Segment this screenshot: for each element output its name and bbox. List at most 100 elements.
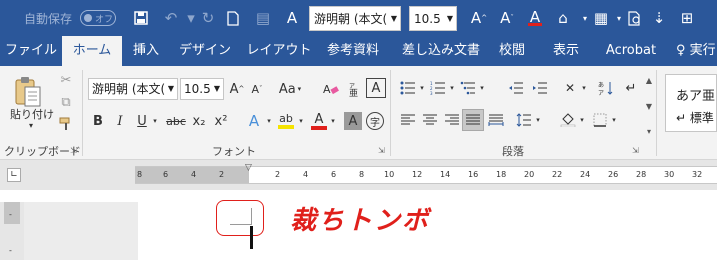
qat-font-name-field[interactable]: 游明朝 (本文(▼ xyxy=(309,6,401,31)
shrink-font-icon[interactable]: Aˇ xyxy=(496,0,518,36)
qat-font-size-field[interactable]: 10.5 ▼ xyxy=(409,6,457,31)
subscript-button[interactable]: x₂ xyxy=(190,110,208,132)
chevron-down-icon[interactable]: ▾ xyxy=(296,110,306,132)
superscript-button[interactable]: x² xyxy=(212,110,230,132)
font-launcher-icon[interactable]: ⇲ xyxy=(378,146,385,155)
underline-button[interactable]: U xyxy=(134,110,150,132)
horizontal-ruler[interactable]: 8 6 4 2 2 4 6 8 10 12 14 16 18 20 22 24 … xyxy=(135,163,717,184)
tab-home[interactable]: ホーム xyxy=(62,36,122,66)
customize-icon[interactable]: ⊞ xyxy=(676,0,698,36)
grow-font-icon[interactable]: A ^ xyxy=(228,78,246,100)
style-gallery-item[interactable]: あア亜 ↵ 標準 xyxy=(665,74,717,132)
chevron-down-icon[interactable]: ▼ xyxy=(646,102,652,111)
paste-icon[interactable] xyxy=(10,74,46,110)
ruler-tick: 26 xyxy=(608,170,619,179)
format-painter-icon[interactable] xyxy=(58,116,74,132)
tab-selector-icon[interactable]: ∟ xyxy=(7,168,21,182)
decrease-indent-icon[interactable] xyxy=(506,78,526,98)
chevron-down-icon[interactable]: ▾ xyxy=(26,120,36,130)
grow-font-icon[interactable]: A ^ xyxy=(468,0,490,36)
italic-button[interactable]: I xyxy=(112,110,128,132)
change-case-button[interactable]: Aa ▾ xyxy=(276,78,304,100)
font-name-field[interactable]: 游明朝 (本文(▼ xyxy=(88,78,178,100)
tab-layout[interactable]: レイアウト xyxy=(242,36,316,66)
tab-design[interactable]: デザイン xyxy=(172,36,238,66)
quick-access-toolbar: 自動保存 オフ ↶ ▾ ↻ ▤ A 游明朝 (本文(▼ 10.5 ▼ A ^ Aˇ … xyxy=(0,0,717,36)
tab-references[interactable]: 参考資料 xyxy=(320,36,386,66)
tab-file[interactable]: ファイル xyxy=(0,36,62,66)
tab-mailings[interactable]: 差し込み文書 xyxy=(396,36,486,66)
text-direction-icon[interactable]: ✕ xyxy=(560,78,580,98)
format-painter-icon[interactable]: ▤ xyxy=(252,0,274,36)
customize-qat-icon[interactable]: ⇣ xyxy=(648,0,670,36)
align-right-icon[interactable] xyxy=(442,110,462,130)
multilevel-list-icon[interactable] xyxy=(458,78,478,98)
align-center-icon[interactable] xyxy=(420,110,440,130)
ruler-tick: 24 xyxy=(580,170,591,179)
clear-formatting-icon[interactable]: A xyxy=(320,78,342,100)
text-effects-icon[interactable]: A xyxy=(244,110,264,132)
autosave-toggle[interactable]: オフ xyxy=(80,10,116,26)
clear-format-icon[interactable]: ⌂ xyxy=(552,0,574,36)
increase-indent-icon[interactable] xyxy=(530,78,550,98)
character-shading-icon[interactable]: A xyxy=(344,112,362,130)
print-preview-icon[interactable] xyxy=(624,0,646,36)
font-small-a-icon[interactable]: A xyxy=(281,0,303,36)
redo-icon[interactable]: ↻ xyxy=(197,0,219,36)
chevron-down-icon[interactable]: ▾ xyxy=(534,110,542,130)
indent-marker-icon[interactable]: ▽ xyxy=(245,163,252,173)
crop-mark-highlight xyxy=(216,200,264,236)
tab-review[interactable]: 校閲 xyxy=(492,36,532,66)
bold-button[interactable]: B xyxy=(90,110,106,132)
clipboard-launcher-icon[interactable]: ⇲ xyxy=(70,146,77,155)
align-left-icon[interactable] xyxy=(398,110,418,130)
tab-view[interactable]: 表示 xyxy=(546,36,586,66)
more-styles-icon[interactable]: ▾ xyxy=(647,127,651,136)
paragraph-launcher-icon[interactable]: ⇲ xyxy=(632,146,639,155)
vertical-ruler-tick: - xyxy=(9,210,12,219)
show-formatting-icon[interactable]: ↵ xyxy=(622,78,640,98)
toggle-knob xyxy=(84,14,92,22)
ribbon-tabs: ファイル ホーム 挿入 デザイン レイアウト 参考資料 差し込み文書 校閲 表示… xyxy=(0,36,717,66)
document-page[interactable]: 裁ちトンボ xyxy=(138,190,717,260)
ruler-tick: 6 xyxy=(331,170,337,179)
line-spacing-icon[interactable] xyxy=(514,110,534,130)
change-case-label: Aa xyxy=(278,81,296,97)
phonetic-guide-icon[interactable]: ア亜 xyxy=(344,78,366,100)
chevron-down-icon[interactable]: ▾ xyxy=(418,78,426,98)
font-size-field[interactable]: 10.5 ▼ xyxy=(180,78,224,100)
copy-icon[interactable]: ⧉ xyxy=(58,94,74,110)
chevron-down-icon[interactable]: ▾ xyxy=(580,78,588,98)
chevron-down-icon[interactable]: ▾ xyxy=(328,110,338,132)
borders-icon[interactable] xyxy=(590,110,610,130)
sort-icon[interactable]: あア xyxy=(596,78,616,98)
save-icon[interactable] xyxy=(130,0,152,36)
numbering-icon[interactable]: 123 xyxy=(428,78,448,98)
shrink-font-icon[interactable]: Aˇ xyxy=(248,78,266,100)
distributed-icon[interactable] xyxy=(486,110,506,130)
chevron-down-icon[interactable]: ▾ xyxy=(150,110,160,132)
font-color-icon[interactable]: A xyxy=(524,0,546,36)
character-border-icon[interactable]: A xyxy=(366,78,386,98)
bullets-icon[interactable] xyxy=(398,78,418,98)
enclose-characters-icon[interactable]: 字 xyxy=(366,112,384,130)
chevron-down-icon[interactable]: ▾ xyxy=(264,110,274,132)
highlight-icon[interactable]: ab xyxy=(276,110,296,132)
font-color-icon[interactable]: A xyxy=(310,110,328,132)
chevron-up-icon[interactable]: ▲ xyxy=(646,76,652,85)
ruler-tick: 12 xyxy=(412,170,423,179)
chevron-down-icon[interactable]: ▾ xyxy=(578,110,586,130)
chevron-down-icon[interactable]: ▾ xyxy=(448,78,456,98)
cut-icon[interactable]: ✂ xyxy=(58,72,74,88)
tab-tell-me[interactable]: ♀ 実行 xyxy=(676,36,717,66)
new-document-icon[interactable] xyxy=(222,0,244,36)
tab-acrobat[interactable]: Acrobat xyxy=(598,36,664,66)
shading-icon[interactable] xyxy=(558,110,578,130)
chevron-down-icon[interactable]: ▾ xyxy=(478,78,486,98)
justify-icon[interactable] xyxy=(462,109,484,131)
undo-icon[interactable]: ↶ xyxy=(160,0,182,36)
tab-insert[interactable]: 挿入 xyxy=(122,36,170,66)
vertical-ruler[interactable]: - - xyxy=(0,202,24,260)
chevron-down-icon[interactable]: ▾ xyxy=(610,110,618,130)
strikethrough-button[interactable]: abc xyxy=(164,110,188,132)
